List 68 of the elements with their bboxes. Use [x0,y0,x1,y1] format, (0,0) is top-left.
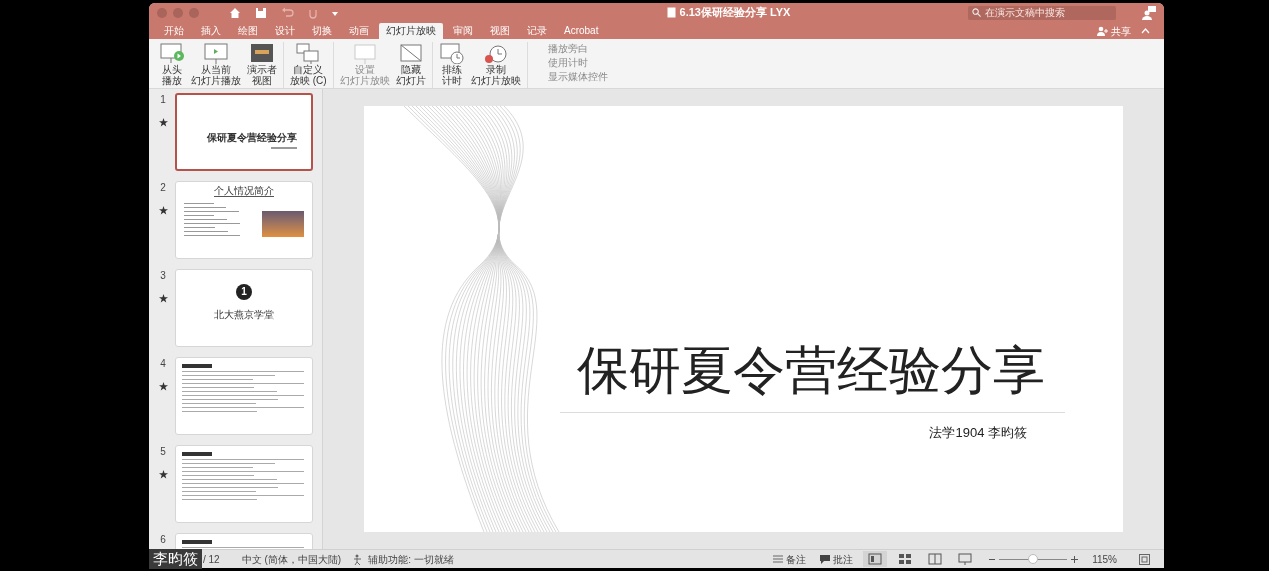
collapse-caret-icon[interactable] [1141,27,1150,35]
zoom-slider[interactable] [999,554,1068,564]
zoom-in-icon[interactable] [1071,555,1079,563]
record-timer-icon [482,42,509,64]
slide-thumbnail[interactable]: 保研夏令营经验分享 [175,93,313,171]
slide-number: 1 [160,95,166,105]
ribbon-button[interactable]: 排练 计时 [436,42,467,88]
ribbon-button[interactable]: 隐藏 幻灯片 [393,42,428,88]
presenter-screen-icon [249,42,275,64]
home-icon[interactable] [229,6,241,19]
setup-screen-icon [351,42,378,64]
account-icon[interactable] [1142,5,1156,20]
star-icon [158,118,168,127]
save-icon[interactable] [255,6,267,19]
star-icon [158,382,168,391]
notes-icon [773,555,784,563]
zoom-thumb[interactable] [1028,554,1039,564]
fit-window-icon[interactable] [1139,553,1150,565]
ribbon-button[interactable]: 从当前 幻灯片播放 [189,42,243,88]
hidden-slide-icon [397,42,424,64]
view-mode-icon [898,553,913,565]
participant-name-tag: 李昀筱 [149,549,202,569]
ribbon-tab[interactable]: 幻灯片放映 [379,23,443,39]
slide-subtitle: 法学1904 李昀筱 [929,424,1027,442]
subtitle-line-drawing [271,147,297,149]
ribbon-button[interactable]: 演示者 视图 [245,42,279,88]
language-label[interactable]: 中文 (简体，中国大陆) [241,551,342,567]
slideshow-play-icon [159,42,185,64]
view-mode-icon [868,553,883,565]
search-field[interactable]: 在演示文稿中搜索 [968,5,1116,20]
add-person-icon [1097,26,1109,36]
slide-thumbnail[interactable]: 1 北大燕京学堂 [175,269,313,347]
ribbon-button[interactable]: 从头 播放 [157,42,187,88]
section-number-badge: 1 [236,284,252,300]
thumbnail-title: 保研夏令营经验分享 [207,133,297,143]
star-icon [158,206,168,215]
slide-number: 6 [160,535,166,545]
comments-button[interactable]: 批注 [820,551,854,567]
slide-counter: / 12 [203,552,220,567]
zoom-percent[interactable]: 115% [1092,551,1117,567]
slideshow-screen-icon [203,42,229,64]
accessibility-status[interactable]: 辅助功能: 一切就绪 [368,551,454,567]
slide-thumbnail[interactable]: 个人情况简介 [175,181,313,259]
document-icon [666,7,676,18]
thumbnail-title: 个人情况简介 [214,186,274,197]
undo-icon[interactable] [281,6,295,19]
custom-slides-icon [295,42,322,64]
view-mode-icon [928,553,943,565]
search-icon [972,8,981,17]
view-mode-icon [958,553,973,565]
view-button[interactable] [863,551,888,567]
ribbon-button[interactable]: 自定义 放映 (C) [288,42,329,88]
slide-thumbnail[interactable] [175,445,313,523]
star-icon [158,294,168,303]
slide-number: 2 [160,183,166,193]
thumbnail-title: 北大燕京学堂 [214,310,274,320]
star-icon [158,470,168,479]
photo-placeholder [262,211,304,237]
slide-number: 3 [160,271,166,281]
notes-button[interactable]: 备注 [773,551,807,567]
window-title: 6.13保研经验分享 LYX [679,5,791,21]
ribbon-button[interactable]: 录制 幻灯片放映 [468,42,523,88]
slide-number: 5 [160,447,166,457]
slide-title: 保研夏令营经验分享 [577,344,1046,396]
slide-number: 4 [160,359,166,369]
rehearse-timer-icon [438,42,465,64]
slide-thumbnail[interactable] [175,357,313,435]
comment-icon [820,554,831,564]
